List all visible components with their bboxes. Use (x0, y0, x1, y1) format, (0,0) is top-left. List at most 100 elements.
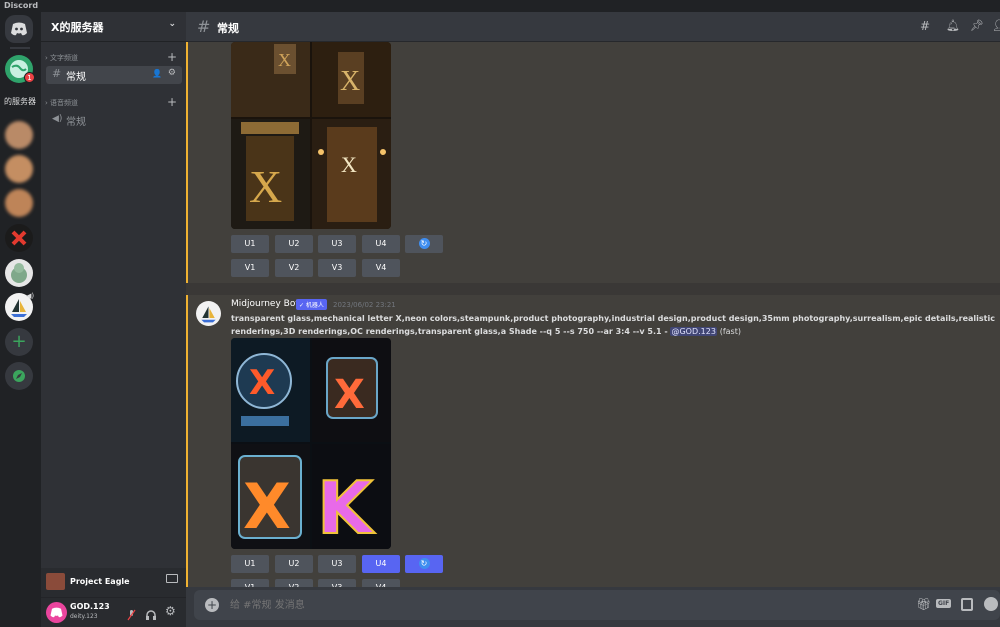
bot-badge: ✓ 机器人 (296, 299, 327, 310)
sailboat-icon (201, 306, 216, 323)
upscale-1-button[interactable]: U1 (231, 555, 269, 573)
svg-text:X: X (249, 363, 275, 403)
server-title: X的服务器 (51, 21, 104, 34)
variation-1-button[interactable]: V1 (231, 259, 269, 277)
upscale-3-button[interactable]: U3 (318, 555, 356, 573)
add-text-channel-icon[interactable]: + (167, 51, 177, 63)
server-icon-x[interactable] (5, 224, 33, 252)
message-timestamp: 2023/06/02 23:21 (333, 301, 396, 309)
x-letter-icon (11, 230, 27, 246)
generated-image-grid[interactable]: X X X X (231, 42, 391, 229)
server-icon-blurred-3[interactable] (5, 189, 33, 217)
gift-icon[interactable]: 🎁︎ (916, 597, 931, 611)
upscale-1-button[interactable]: U1 (231, 235, 269, 253)
channel-label: 常规 (66, 117, 86, 128)
variation-2-button[interactable]: V2 (275, 259, 313, 277)
server-rail: 1 的服务器 ◀) + (0, 12, 41, 627)
gear-icon[interactable]: ⚙ (168, 68, 176, 78)
plus-icon: + (11, 331, 27, 352)
compass-icon (13, 370, 25, 382)
variation-4-button[interactable]: V4 (362, 579, 400, 587)
server-name-partial[interactable]: 的服务器 (4, 96, 40, 107)
variation-3-button[interactable]: V3 (318, 579, 356, 587)
gear-icon[interactable]: ⚙ (165, 604, 176, 618)
rail-divider (10, 47, 30, 49)
gif-button[interactable]: GIF (936, 599, 952, 608)
svg-text:X: X (243, 470, 291, 543)
author-name[interactable]: Midjourney Bot (231, 299, 299, 309)
channel-title: 常规 (217, 22, 239, 35)
activity-panel: Project Eagle (41, 568, 186, 598)
svg-text:X: X (249, 161, 282, 212)
upscale-3-button[interactable]: U3 (318, 235, 356, 253)
message-suffix: (fast) (719, 327, 741, 336)
discord-home-button[interactable] (5, 15, 33, 43)
add-server-button[interactable]: + (5, 328, 33, 356)
discord-app: Discord 1 的服务器 ◀) + X的服务器 ⌄ › 文字频道 + # 常… (0, 0, 1000, 627)
user-panel: GOD.123 deity.123 ⚙ (41, 598, 186, 627)
discord-logo-icon (11, 22, 27, 36)
voice-category-label: 语音频道 (50, 99, 79, 107)
voice-category[interactable]: › 语音频道 (45, 98, 78, 108)
speaker-icon: ◀) (26, 292, 35, 300)
discord-logo-icon (50, 607, 63, 618)
message-input[interactable] (230, 596, 870, 614)
server-icon-blurred-2[interactable] (5, 155, 33, 183)
pin-icon[interactable]: 📌︎ (970, 19, 984, 32)
chat-area: # 常规 # 🔔︎ 📌︎ 👤︎ X X X X U1 U2 U3 U4 ↻ V1… (186, 12, 1000, 627)
text-category[interactable]: › 文字频道 (45, 53, 78, 63)
message-content: transparent glass,mechanical letter X,ne… (231, 312, 995, 338)
reroll-button[interactable]: ↻ (405, 555, 443, 573)
speaker-icon: ◀) (52, 114, 63, 124)
reroll-button[interactable]: ↻ (405, 235, 443, 253)
message-text-line-2: renderings,3D renderings,OC renderings,t… (231, 327, 668, 336)
generated-image-grid[interactable]: X X X K (231, 338, 391, 549)
svg-text:X: X (341, 152, 357, 177)
activity-label: Project Eagle (70, 577, 130, 586)
upscale-4-button[interactable]: U4 (362, 235, 400, 253)
svg-text:X: X (340, 66, 360, 97)
refresh-icon: ↻ (418, 238, 430, 249)
user-tag: deity.123 (70, 613, 98, 620)
avatar[interactable] (46, 602, 67, 623)
message-highlighted: X X X X U1 U2 U3 U4 ↻ V1 V2 V3 V4 (186, 42, 1000, 283)
channel-item-text-general[interactable]: # 常规 👤 ⚙ (46, 66, 182, 84)
bell-icon[interactable]: 🔔︎ (946, 19, 960, 32)
upscale-2-button[interactable]: U2 (275, 555, 313, 573)
variation-4-button[interactable]: V4 (362, 259, 400, 277)
upscale-4-button[interactable]: U4 (362, 555, 400, 573)
mention-highlight-bar (186, 42, 188, 283)
variation-1-button[interactable]: V1 (231, 579, 269, 587)
channel-header: # 常规 # 🔔︎ 📌︎ 👤︎ (186, 12, 1000, 42)
text-category-label: 文字频道 (50, 54, 79, 62)
activity-thumbnail (46, 573, 65, 590)
sticker-icon[interactable] (961, 598, 973, 611)
upscale-2-button[interactable]: U2 (275, 235, 313, 253)
server-header[interactable]: X的服务器 ⌄ (41, 12, 186, 42)
server-icon-robot[interactable] (5, 259, 33, 287)
emoji-icon[interactable] (984, 597, 998, 611)
robot-icon (11, 263, 27, 283)
server-icon-blurred-1[interactable] (5, 121, 33, 149)
headphones-icon[interactable] (145, 606, 157, 620)
attach-button[interactable]: + (205, 598, 219, 612)
invite-icon[interactable]: 👤 (152, 69, 162, 78)
variation-3-button[interactable]: V3 (318, 259, 356, 277)
add-voice-channel-icon[interactable]: + (167, 96, 177, 108)
screen-share-icon[interactable] (166, 574, 178, 583)
plus-icon: + (206, 598, 218, 612)
mute-mic-icon[interactable] (127, 606, 136, 621)
variation-2-button[interactable]: V2 (275, 579, 313, 587)
user-mention[interactable]: @GOD.123 (670, 327, 717, 336)
mention-highlight-bar (186, 295, 188, 587)
member-list-icon[interactable]: 👤︎ (992, 19, 1000, 32)
avatar[interactable] (196, 301, 221, 326)
channel-label: 常规 (66, 72, 86, 83)
svg-text:X: X (278, 50, 291, 70)
refresh-icon: ↻ (418, 558, 430, 569)
explore-servers-button[interactable] (5, 362, 33, 390)
channel-item-voice-general[interactable]: ◀) 常规 (46, 111, 182, 129)
channel-sidebar: X的服务器 ⌄ › 文字频道 + # 常规 👤 ⚙ › 语音频道 + ◀) 常规… (41, 12, 186, 627)
threads-icon[interactable]: # (920, 19, 930, 33)
hash-icon: # (52, 67, 62, 80)
